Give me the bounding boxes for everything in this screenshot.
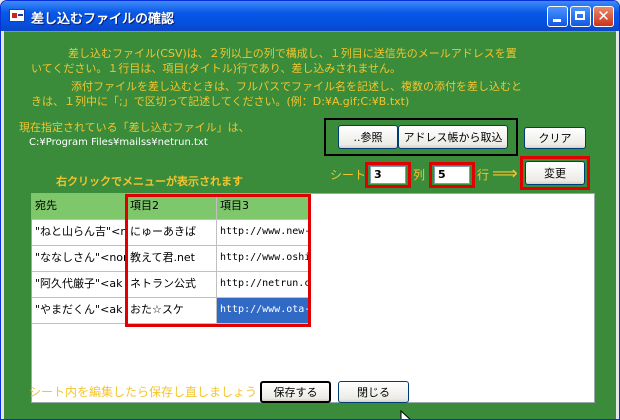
right-arrow-icon: ⟹ <box>492 163 518 184</box>
close-icon: ✕ <box>597 7 610 25</box>
window-title: 差し込むファイルの確認 <box>31 12 175 27</box>
change-button[interactable]: 変更 <box>525 161 585 185</box>
instruction-line-1: 差し込むファイル(CSV)は、２列以上の列で構成し、１列目に送信先のメールアドレ… <box>68 47 517 60</box>
browse-button[interactable]: ..参照 <box>338 125 398 149</box>
close-button[interactable]: 閉じる <box>338 381 409 403</box>
right-click-hint: 右クリックでメニューが表示されます <box>56 175 243 188</box>
table-cell[interactable]: "阿久代厳子"<ak <box>32 272 127 298</box>
columns-highlight <box>125 194 311 327</box>
table-cell[interactable]: "ねと山らん吉"<ne <box>32 220 127 246</box>
column-header[interactable]: 宛先 <box>32 194 127 220</box>
app-icon <box>9 9 25 22</box>
close-window-button[interactable]: ✕ <box>593 6 614 27</box>
row-label: 行 <box>477 168 490 182</box>
sheet-number-input[interactable]: 3 <box>370 166 406 184</box>
column-count-input[interactable]: 5 <box>434 166 470 184</box>
import-address-book-button[interactable]: アドレス帳から取込 <box>398 125 508 149</box>
minimize-button[interactable] <box>547 6 568 27</box>
instruction-line-2: いてください。１行目は、項目(タイトル)行であり、差し込みされません。 <box>31 62 402 75</box>
app-window: 差し込むファイルの確認 ✕ 差し込むファイル(CSV)は、２列以上の列で構成し、… <box>0 0 620 420</box>
current-file-label: 現在指定されている「差し込むファイル」は、 <box>19 121 250 134</box>
instruction-line-3: 添付ファイルを差し込むときは、フルパスでファイル名を記述し、複数の添付を差し込む… <box>71 80 522 93</box>
table-cell[interactable]: "ななしさん"<nor <box>32 246 127 272</box>
data-sheet-grid[interactable]: 宛先 項目2 項目3 "ねと山らん吉"<ne にゅーあきば http://www… <box>31 193 595 403</box>
instruction-line-4: きは、１列中に「;」で区切って記述してください。(例：D:¥A.gif;C:¥B… <box>31 95 410 108</box>
save-button[interactable]: 保存する <box>260 381 331 403</box>
mouse-cursor-icon <box>400 410 411 419</box>
column-label: 列 <box>413 168 426 182</box>
clear-button[interactable]: クリア <box>524 127 586 149</box>
current-file-path: C:¥Program Files¥mailss¥netrun.txt <box>29 137 208 148</box>
sheet-label: シート <box>330 168 367 182</box>
title-bar[interactable]: 差し込むファイルの確認 ✕ <box>1 1 619 31</box>
dialog-body: 差し込むファイル(CSV)は、２列以上の列で構成し、１列目に送信先のメールアドレ… <box>4 31 616 419</box>
footer-note: シート内を編集したら保存し直しましょう <box>29 385 258 399</box>
table-cell[interactable]: "やまだくん"<ak <box>32 298 127 324</box>
maximize-button[interactable] <box>570 6 591 27</box>
